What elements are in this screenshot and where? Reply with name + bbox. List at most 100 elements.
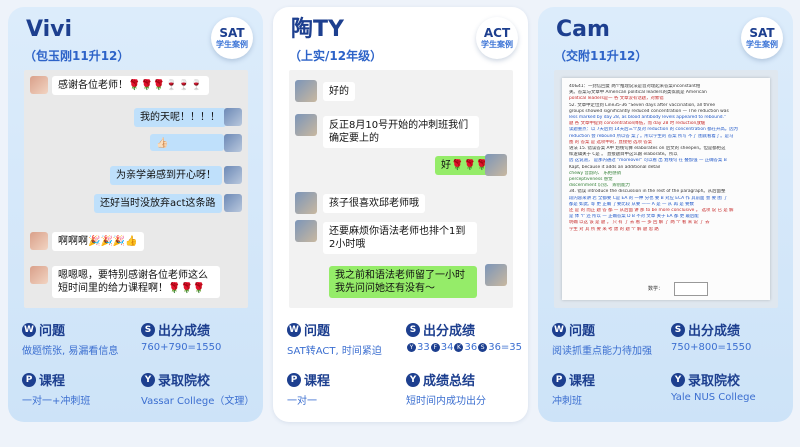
case-badge: SAT 学生案例 [741,17,783,59]
admit-value: Yale NUS College [671,392,756,403]
chat-message: 还要麻烦你语法老师也排个1到2小时哦 [323,222,477,254]
score-icon: S [671,322,685,337]
course-value: 一对一 [287,396,317,407]
score-value: Y 33 F 34 K 36 S 36=35 [406,342,526,353]
course-label: 课程 [569,374,596,389]
case-card-vivi: Vivi （包玉刚11升12） SAT 学生案例 感谢各位老师！🌹🌹🌹🍷🍷🍷 我… [8,7,263,422]
problem-icon: W [22,322,36,337]
avatar [30,266,48,284]
chat-message: 为亲学弟感到开心呀！ [110,166,222,185]
score-icon: S [406,322,420,337]
course-value: 冲刺班 [552,396,582,407]
summary-value: 短时间内成功出分 [406,396,486,407]
problem-label: 问题 [569,324,596,339]
math-score: 34 [440,342,454,353]
admit-label: 录取院校 [158,374,211,389]
problem-label: 问题 [39,324,66,339]
problem-icon: W [552,322,566,337]
avatar [485,154,507,176]
chat-message: 我的天呢！！！！ [134,108,226,127]
chat-message: 反正8月10号开始的冲刺班我们确定要上的 [323,116,479,148]
annotated-document: 40&41：一封信回复 两个推理说法是旨对理起来答案inconstant相 关。… [562,78,770,300]
chat-screenshot: 好的 反正8月10号开始的冲刺班我们确定要上的 好🌹🌹🌹 孩子很喜欢邱老师哦 还… [289,70,513,308]
course-value: 一对一+冲刺班 [22,396,91,407]
chat-screenshot: 感谢各位老师！🌹🌹🌹🍷🍷🍷 我的天呢！！！！ 👍🏻 为亲学弟感到开心呀！ 还好当… [24,70,248,308]
chat-message: 嗯嗯嗯，要特别感谢各位老师这么短时间里的给力课程啊！🌹🌹🌹 [52,266,220,298]
admit-block: Y 录取院校 Vassar College（文理） [141,371,261,407]
problem-label: 问题 [304,324,331,339]
course-block: P 课程 一对一 [287,371,407,407]
problem-value: 做题慌张, 易漏看信息 [22,346,119,357]
avatar [295,80,317,102]
course-icon: P [552,372,566,387]
chat-message: 孩子很喜欢邱老师哦 [323,194,425,213]
problem-block: W 问题 阅读抓重点能力待加强 [552,321,672,357]
score-label: 出分成绩 [688,324,741,339]
case-card-cam: Cam （交附11升12） SAT 学生案例 40&41：一封信回复 两个推理说… [538,7,793,422]
score-value: 760+790=1550 [141,342,222,353]
admit-value: Vassar College（文理） [141,396,255,407]
problem-block: W 问题 做题慌张, 易漏看信息 [22,321,142,357]
reading-chip: K [454,342,464,352]
avatar [224,194,242,212]
document-screenshot: 40&41：一封信回复 两个推理说法是旨对理起来答案inconstant相 关。… [554,70,778,308]
avatar [295,220,317,242]
avatar [30,76,48,94]
case-badge: SAT 学生案例 [211,17,253,59]
score-report-thumbnail [674,282,708,296]
score-block: S 出分成绩 760+790=1550 [141,321,261,353]
badge-caption: 学生案例 [481,39,513,49]
course-label: 课程 [39,374,66,389]
math-chip: F [430,342,440,352]
english-chip: Y [407,342,416,352]
avatar [30,232,48,250]
problem-value: SAT转ACT, 时间紧迫 [287,346,382,357]
science-chip: S [478,342,488,352]
course-block: P 课程 一对一+冲刺班 [22,371,142,407]
english-score: 33 [417,342,430,353]
doc-line: 读题重点：以 7天后到 14天后三个反对 reduction 的 concent… [569,127,738,133]
chat-message: 我之前和语法老师留了一小时 我先问问她还有没有～ [329,266,477,298]
badge-caption: 学生案例 [216,39,248,49]
avatar [485,264,507,286]
avatar [224,166,242,184]
chat-message: 啊啊啊🎉🎉🎉👍 [52,232,144,251]
case-badge: ACT 学生案例 [476,17,518,59]
badge-exam: ACT [483,25,511,40]
course-block: P 课程 冲刺班 [552,371,672,407]
summary-label: 成绩总结 [423,374,476,389]
score-block: S 出分成绩 Y 33 F 34 K 36 S 36=35 [406,321,526,353]
science-score: 36=35 [488,342,523,353]
score-icon: S [141,322,155,337]
badge-caption: 学生案例 [746,39,778,49]
reading-score: 36 [464,342,478,353]
summary-icon: Y [406,372,420,387]
summary-block: Y 成绩总结 短时间内成功出分 [406,371,526,407]
admit-icon: Y [671,372,685,387]
case-card-taoty: 陶TY （上实/12年级） ACT 学生案例 好的 反正8月10号开始的冲刺班我… [273,7,528,422]
score-value: 750+800=1550 [671,342,752,353]
problem-icon: W [287,322,301,337]
avatar [224,108,242,126]
course-icon: P [287,372,301,387]
score-label: 出分成绩 [423,324,476,339]
doc-line: 学生 对 其 所 要 来 考 虑 的 题 个 解 题 思 路 [569,226,659,232]
admit-label: 录取院校 [688,374,741,389]
score-label: 出分成绩 [158,324,211,339]
avatar [224,134,242,152]
chat-message: 感谢各位老师！🌹🌹🌹🍷🍷🍷 [52,76,209,95]
avatar [295,114,317,136]
course-icon: P [22,372,36,387]
badge-exam: SAT [219,25,245,40]
course-label: 课程 [304,374,331,389]
admit-block: Y 录取院校 Yale NUS College [671,371,791,403]
problem-value: 阅读抓重点能力待加强 [552,346,652,357]
chat-message: 还好当时没放弃act这条路 [94,194,222,213]
admit-icon: Y [141,372,155,387]
score-block: S 出分成绩 750+800=1550 [671,321,791,353]
badge-exam: SAT [749,25,775,40]
chat-message: 👍🏻 [150,134,224,151]
avatar [295,192,317,214]
chat-message: 好的 [323,82,355,101]
problem-block: W 问题 SAT转ACT, 时间紧迫 [287,321,407,357]
